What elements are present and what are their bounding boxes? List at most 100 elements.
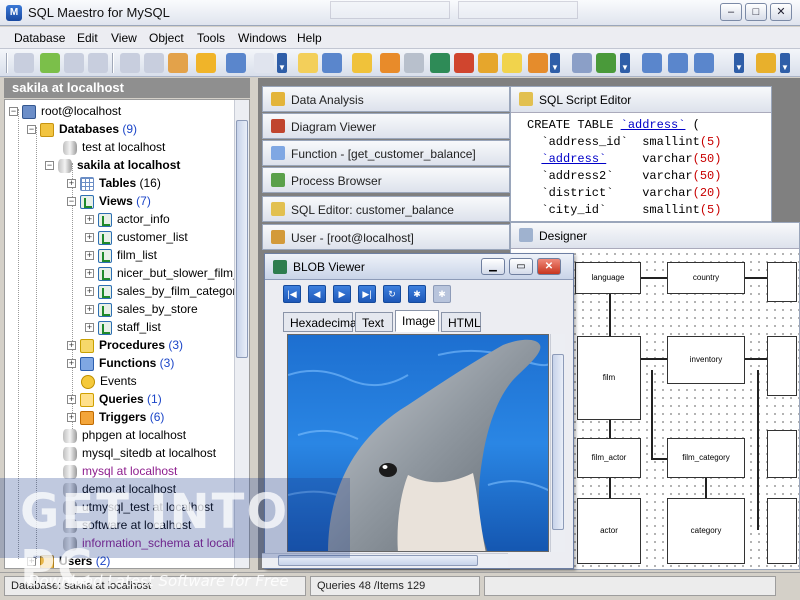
tree-users-node[interactable]: + Users (2)	[27, 552, 110, 568]
export-icon[interactable]	[380, 53, 400, 73]
tree-views-node[interactable]: − Views (7)	[67, 192, 151, 210]
blob-minimize-button[interactable]: ▁	[481, 258, 505, 275]
tree-scrollbar-thumb[interactable]	[236, 120, 248, 358]
tree-view-item[interactable]: + sales_by_film_categor	[85, 282, 236, 300]
table-icon[interactable]	[226, 53, 246, 73]
tree-db-sakila[interactable]: − sakila at localhost	[45, 156, 180, 174]
tab-image[interactable]: Image	[395, 310, 439, 332]
entity-partial[interactable]	[767, 336, 797, 396]
tree-db-demo[interactable]: demo at localhost	[63, 480, 176, 498]
window-sql-editor[interactable]: SQL Editor: customer_balance	[262, 196, 510, 222]
mdi-horizontal-scrollbar[interactable]	[262, 553, 508, 568]
window-function[interactable]: Function - [get_customer_balance]	[262, 140, 510, 166]
tools-icon[interactable]	[528, 53, 548, 73]
tree-db-software[interactable]: software at localhost	[63, 516, 191, 534]
window-process-browser[interactable]: Process Browser	[262, 167, 510, 193]
entity-film-actor[interactable]: film_actor	[577, 438, 641, 478]
designer-canvas[interactable]: language country film inventory film_act…	[571, 250, 799, 569]
next-record-icon[interactable]: ▶	[333, 285, 351, 303]
hscroll-thumb[interactable]	[278, 555, 478, 566]
blob-maximize-button[interactable]: ▭	[509, 258, 533, 275]
entity-partial[interactable]	[767, 430, 797, 478]
print-icon[interactable]	[404, 53, 424, 73]
new-object-icon[interactable]	[40, 53, 60, 73]
list-icon[interactable]	[254, 53, 274, 73]
tree-root-node[interactable]: − root@localhost	[9, 102, 121, 120]
bar-chart-icon[interactable]	[454, 53, 474, 73]
tab-hexadecimal[interactable]: Hexadecimal	[283, 312, 359, 332]
entity-film-category[interactable]: film_category	[667, 438, 745, 478]
sql-editor-icon[interactable]	[298, 53, 318, 73]
tree-triggers-node[interactable]: + Triggers (6)	[67, 408, 164, 426]
settings-icon[interactable]: ✱	[408, 285, 426, 303]
entity-partial[interactable]	[767, 262, 797, 302]
tree-functions-node[interactable]: + Functions (3)	[67, 354, 174, 372]
drop-object-icon[interactable]	[88, 53, 108, 73]
chart-icon[interactable]	[322, 53, 342, 73]
tree-db-test[interactable]: test at localhost	[63, 138, 165, 156]
first-record-icon[interactable]: |◀	[283, 285, 301, 303]
menu-windows[interactable]: Windows	[238, 31, 287, 45]
blob-scrollbar[interactable]	[550, 334, 565, 552]
tree-tables-node[interactable]: + Tables (16)	[67, 174, 161, 192]
menu-view[interactable]: View	[111, 31, 137, 45]
entity-film[interactable]: film	[577, 336, 641, 420]
toolbar-dropdown-icon[interactable]: ▼	[277, 53, 287, 73]
tree-view-item[interactable]: + staff_list	[85, 318, 161, 336]
menu-help[interactable]: Help	[297, 31, 322, 45]
prev-record-icon[interactable]: ◀	[308, 285, 326, 303]
tree-queries-node[interactable]: + Queries (1)	[67, 390, 162, 408]
back-icon[interactable]	[14, 53, 34, 73]
cascade-windows-icon[interactable]	[668, 53, 688, 73]
window-user[interactable]: User - [root@localhost]	[262, 224, 510, 250]
tree-procedures-node[interactable]: + Procedures (3)	[67, 336, 183, 354]
tree-view-item[interactable]: + nicer_but_slower_film_	[85, 264, 240, 282]
entity-language[interactable]: language	[575, 262, 641, 294]
tree-db-mysql-sitedb[interactable]: mysql_sitedb at localhost	[63, 444, 216, 462]
tree-db-utmysql-test[interactable]: utmysql_test at localhost	[63, 498, 213, 516]
blob-viewer-window[interactable]: BLOB Viewer ▁ ▭ ✕ |◀ ◀ ▶ ▶| ↻ ✱ ✱ Hexade…	[264, 253, 574, 569]
lock-icon[interactable]	[196, 53, 216, 73]
entity-actor[interactable]: actor	[577, 498, 641, 564]
menu-edit[interactable]: Edit	[77, 31, 98, 45]
last-record-icon[interactable]: ▶|	[358, 285, 376, 303]
blob-close-button[interactable]: ✕	[537, 258, 561, 275]
tree-db-information-schema[interactable]: information_schema at localhos	[63, 534, 249, 552]
arrange-windows-icon[interactable]	[694, 53, 714, 73]
entity-partial[interactable]	[767, 498, 797, 564]
window-data-analysis[interactable]: Data Analysis	[262, 86, 510, 112]
package-icon[interactable]	[478, 53, 498, 73]
close-button[interactable]: ✕	[770, 3, 792, 21]
help-icon[interactable]	[756, 53, 776, 73]
tree-view-item[interactable]: + film_list	[85, 246, 157, 264]
minimize-button[interactable]: –	[720, 3, 742, 21]
tab-html[interactable]: HTML	[441, 312, 481, 332]
tree-events-node[interactable]: Events	[81, 372, 137, 390]
tab-text[interactable]: Text	[355, 312, 393, 332]
tree-scrollbar[interactable]	[234, 100, 249, 568]
tree-view-item[interactable]: + customer_list	[85, 228, 188, 246]
edit-object-icon[interactable]	[64, 53, 84, 73]
tree-view-item[interactable]: + sales_by_store	[85, 300, 198, 318]
toolbar-dropdown-icon[interactable]: ▼	[550, 53, 560, 73]
toolbar-dropdown-icon[interactable]: ▼	[620, 53, 630, 73]
tree-icon[interactable]	[596, 53, 616, 73]
tree-databases-node[interactable]: − Databases (9)	[27, 120, 137, 138]
entity-inventory[interactable]: inventory	[667, 336, 745, 384]
window-diagram-viewer[interactable]: Diagram Viewer	[262, 113, 510, 139]
image-icon[interactable]	[430, 53, 450, 73]
script-icon[interactable]	[352, 53, 372, 73]
sql-script-editor[interactable]: SQL Script Editor CREATE TABLE `address`…	[510, 86, 772, 222]
maximize-button[interactable]: □	[745, 3, 767, 21]
entity-country[interactable]: country	[667, 262, 745, 294]
filter-icon[interactable]	[572, 53, 592, 73]
disconnect-icon[interactable]	[144, 53, 164, 73]
tree-db-phpgen[interactable]: phpgen at localhost	[63, 426, 186, 444]
tile-windows-icon[interactable]	[642, 53, 662, 73]
sql-code-area[interactable]: CREATE TABLE `address` ( `address_id` sm…	[511, 113, 771, 221]
toolbar-dropdown-icon[interactable]: ▼	[734, 53, 744, 73]
tree-db-mysql[interactable]: mysql at localhost	[63, 462, 177, 480]
tree-view-item[interactable]: + actor_info	[85, 210, 170, 228]
refresh-icon[interactable]	[168, 53, 188, 73]
menu-database[interactable]: Database	[14, 31, 65, 45]
